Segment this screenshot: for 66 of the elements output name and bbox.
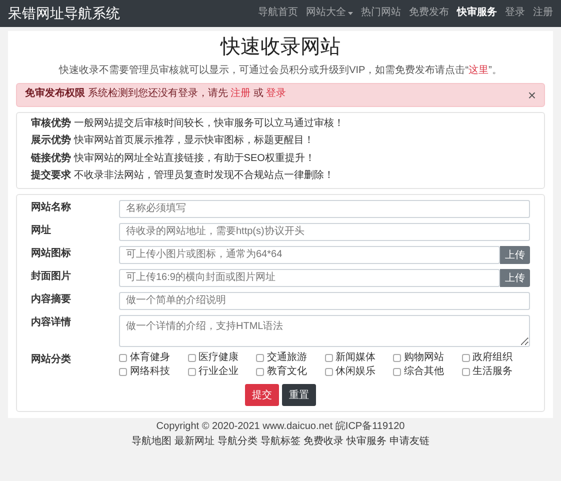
nav-link[interactable]: 热门网站 — [361, 7, 401, 20]
checkbox-label[interactable]: 休闲娱乐 — [336, 366, 376, 378]
checkbox-label[interactable]: 行业企业 — [198, 366, 238, 378]
input-field[interactable]: 待收录的网站地址，需要http(s)协议开头 — [119, 222, 530, 240]
checkbox[interactable] — [188, 368, 196, 376]
nav-link[interactable]: 登录 — [505, 7, 525, 20]
checkbox-label[interactable]: 政府组织 — [472, 352, 512, 364]
footer-link[interactable]: 申请友链 — [390, 436, 430, 448]
checkbox-label[interactable]: 新闻媒体 — [336, 352, 376, 364]
footer-link[interactable]: 导航标签 — [260, 436, 300, 448]
input-field[interactable]: 做一个详情的介绍，支持HTML语法 — [119, 314, 530, 346]
checkbox-label[interactable]: 网络科技 — [130, 366, 170, 378]
upload-button[interactable]: 上传 — [500, 246, 530, 264]
checkbox-label[interactable]: 购物网站 — [404, 352, 444, 364]
footer-link[interactable]: 免费收录 — [304, 436, 344, 448]
checkbox[interactable] — [256, 354, 264, 362]
checkbox[interactable] — [256, 368, 264, 376]
close-button[interactable]: × — [528, 88, 536, 102]
nav-link[interactable]: 快审服务 — [457, 7, 497, 20]
upload-button[interactable]: 上传 — [500, 268, 530, 286]
checkbox-label[interactable]: 体育健身 — [130, 352, 170, 364]
footer-link[interactable]: 最新网址 — [174, 436, 214, 448]
checkbox[interactable] — [119, 368, 127, 376]
checkbox[interactable] — [393, 354, 401, 362]
checkbox[interactable] — [188, 354, 196, 362]
footer-link[interactable]: 导航分类 — [218, 436, 258, 448]
field-label: 内容详情 — [31, 315, 72, 329]
reset-button[interactable]: 重置 — [282, 384, 316, 406]
checkbox[interactable] — [324, 354, 332, 362]
nav-link[interactable]: 注册 — [533, 7, 553, 20]
nav-link[interactable]: 免费发布 — [409, 7, 449, 20]
input-field[interactable]: 可上传小图片或图标，通常为64*64 — [119, 246, 500, 264]
field-label: 网址 — [31, 224, 52, 237]
advantage-text: 展示优势 快审网站首页展示推荐，显示快审图标，标题更醒目！ — [31, 135, 315, 148]
submit-button[interactable]: 提交 — [245, 384, 279, 406]
advantage-text: 审核优势 一般网站提交后审核时间较长，快审服务可以立马通过审核！ — [31, 118, 345, 130]
checkbox[interactable] — [393, 368, 401, 376]
input-field[interactable]: 做一个简单的介绍说明 — [119, 292, 530, 310]
advantage-text: 提交要求 不收录非法网站，管理员复查时发现不合规站点一律删除！ — [31, 170, 335, 182]
here-link[interactable]: 这里 — [468, 65, 489, 76]
page-subtitle: 快速收录不需要管理员审核就可以显示，可通过会员积分或升级到VIP，如需免费发布请点击“这里”。 — [58, 65, 503, 78]
checkbox-label[interactable]: 教育文化 — [267, 366, 307, 378]
checkbox[interactable] — [119, 354, 127, 362]
field-label: 网站分类 — [31, 352, 72, 366]
advantage-text: 链接优势 快审网站的网址全站直接链接，有助于SEO权重提升！ — [31, 152, 316, 165]
nav-link[interactable]: 导航首页 — [258, 7, 298, 20]
checkbox-label[interactable]: 交通旅游 — [267, 352, 307, 364]
field-label: 内容摘要 — [31, 292, 72, 306]
copyright-text: Copyright © 2020-2021 www.daicuo.net 皖ICP备119120 — [156, 420, 405, 433]
footer-link[interactable]: 导航地图 — [132, 436, 172, 448]
checkbox-label[interactable]: 综合其他 — [404, 366, 444, 378]
checkbox[interactable] — [324, 368, 332, 376]
input-field[interactable]: 名称必须填写 — [119, 200, 530, 218]
field-label: 封面图片 — [31, 270, 72, 283]
field-label: 网站图标 — [31, 246, 72, 260]
brand-title[interactable]: 呆错网址导航系统 — [8, 4, 120, 22]
checkbox-label[interactable]: 生活服务 — [472, 366, 512, 378]
checkbox-label[interactable]: 医疗健康 — [198, 352, 238, 364]
nav-link[interactable]: 网站大全 — [306, 7, 353, 20]
checkbox[interactable] — [462, 368, 470, 376]
page-title: 快速收录网站 — [219, 35, 342, 60]
alert-text: 免审发布权限 系统检测到您还没有登录，请先 注册 或 登录 — [25, 88, 286, 101]
checkbox[interactable] — [462, 354, 470, 362]
input-field[interactable]: 可上传16:9的横向封面或图片网址 — [119, 268, 500, 286]
footer-link[interactable]: 快审服务 — [346, 436, 386, 448]
field-label: 网站名称 — [31, 200, 72, 214]
